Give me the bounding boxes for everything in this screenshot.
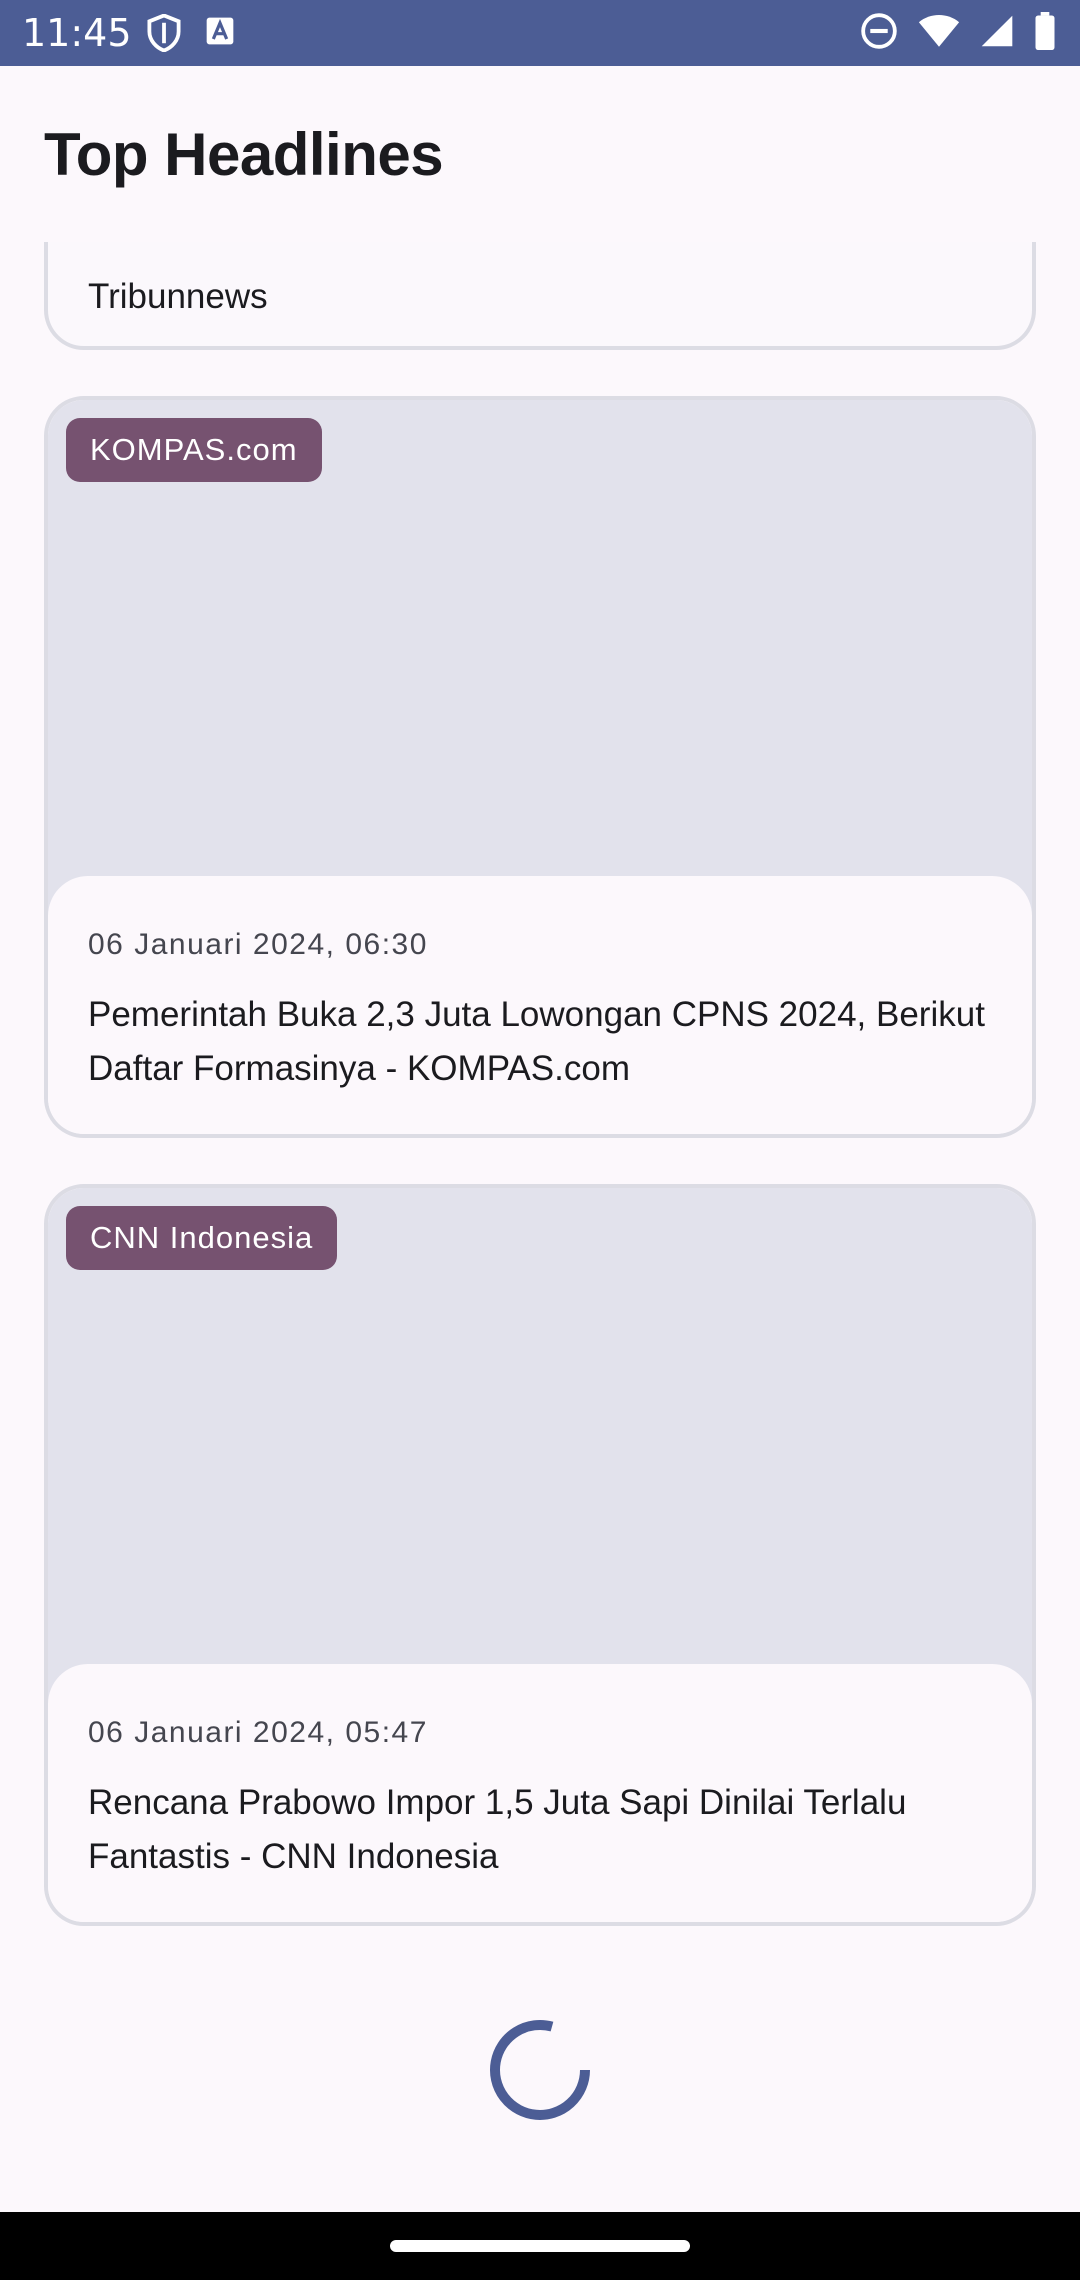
article-title: Tribunnews [88, 277, 268, 316]
article-title: Rencana Prabowo Impor 1,5 Juta Sapi Dini… [88, 1783, 907, 1876]
article-card[interactable]: KOMPAS.com 06 Januari 2024, 06:30 Pemeri… [44, 396, 1036, 1138]
article-date: 06 Januari 2024, 05:47 [88, 1716, 428, 1749]
signal-icon [980, 13, 1014, 54]
article-title: Pemerintah Buka 2,3 Juta Lowongan CPNS 2… [88, 995, 985, 1088]
status-bar: 11:45 [0, 0, 1080, 66]
article-card[interactable]: Tribunnews [44, 242, 1036, 350]
wifi-icon [918, 13, 960, 54]
do-not-disturb-icon [860, 12, 898, 55]
text-box-icon [204, 14, 236, 57]
article-body: 06 Januari 2024, 05:47 Rencana Prabowo I… [48, 1664, 1032, 1922]
source-chip: CNN Indonesia [66, 1206, 338, 1270]
home-gesture-handle[interactable] [390, 2240, 690, 2252]
article-date: 06 Januari 2024, 06:30 [88, 928, 428, 961]
loading-spinner-icon [486, 2016, 594, 2124]
status-time: 11:45 [22, 11, 132, 55]
shield-icon [146, 13, 182, 57]
article-card[interactable]: CNN Indonesia 06 Januari 2024, 05:47 Ren… [44, 1184, 1036, 1926]
headline-feed[interactable]: Tribunnews KOMPAS.com 06 Januari 2024, 0… [0, 242, 1080, 2212]
navigation-bar [0, 2212, 1080, 2280]
article-body: 06 Januari 2024, 06:30 Pemerintah Buka 2… [48, 876, 1032, 1134]
battery-icon [1034, 12, 1056, 55]
source-chip: KOMPAS.com [66, 418, 322, 482]
app-bar: Top Headlines [0, 66, 1080, 242]
page-title: Top Headlines [44, 121, 444, 188]
